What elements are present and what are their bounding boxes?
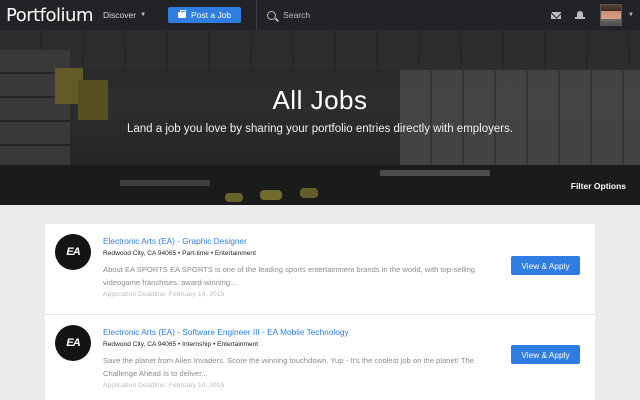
job-deadline: Application Deadline: February 14, 2015 [103,291,225,298]
portfolium-logo[interactable]: Portfolium [6,5,93,26]
view-apply-button[interactable]: View & Apply [511,345,580,364]
avatar[interactable] [600,4,623,26]
briefcase-icon [178,10,186,18]
bell-icon [575,10,586,20]
job-card: EA Electronic Arts (EA) - Software Engin… [45,314,595,400]
post-job-label: Post a Job [191,10,232,20]
company-logo[interactable]: EA [55,325,91,361]
job-title-link[interactable]: Electronic Arts (EA) - Graphic Designer [103,236,247,246]
hero-overlay [0,30,640,205]
nav-divider [256,0,258,30]
search-input[interactable] [283,10,484,20]
notifications-button[interactable] [568,10,592,20]
job-description: About EA SPORTS EA SPORTS is one of the … [103,265,476,287]
mail-icon [551,11,562,19]
page-subtitle: Land a job you love by sharing your port… [126,123,514,135]
chevron-down-icon: ▼ [140,12,147,18]
post-job-button[interactable]: Post a Job [168,7,242,23]
job-meta: Redwood City, CA 94065 • Part-time • Ent… [103,250,256,257]
job-description: Save the planet from Alien Invaders. Sco… [103,356,474,378]
search-bar[interactable] [267,10,544,20]
page-title: All Jobs [272,85,368,115]
view-apply-button[interactable]: View & Apply [511,256,580,275]
discover-menu[interactable]: Discover ▼ [103,10,155,20]
job-meta: Redwood City, CA 94065 • Internship • En… [103,341,259,348]
filter-options-link[interactable]: Filter Options [571,181,626,191]
chevron-down-icon[interactable]: ▼ [628,12,634,18]
hero-banner: All Jobs Land a job you love by sharing … [0,30,640,205]
messages-button[interactable] [544,11,568,19]
discover-label: Discover [103,10,137,20]
search-icon [267,10,277,20]
job-title-link[interactable]: Electronic Arts (EA) - Software Engineer… [103,327,349,337]
company-logo[interactable]: EA [55,234,91,270]
top-navbar: Portfolium Discover ▼ Post a Job ▼ [0,0,640,30]
job-deadline: Application Deadline: February 14, 2015 [103,382,225,389]
job-card: EA Electronic Arts (EA) - Graphic Design… [45,224,595,314]
